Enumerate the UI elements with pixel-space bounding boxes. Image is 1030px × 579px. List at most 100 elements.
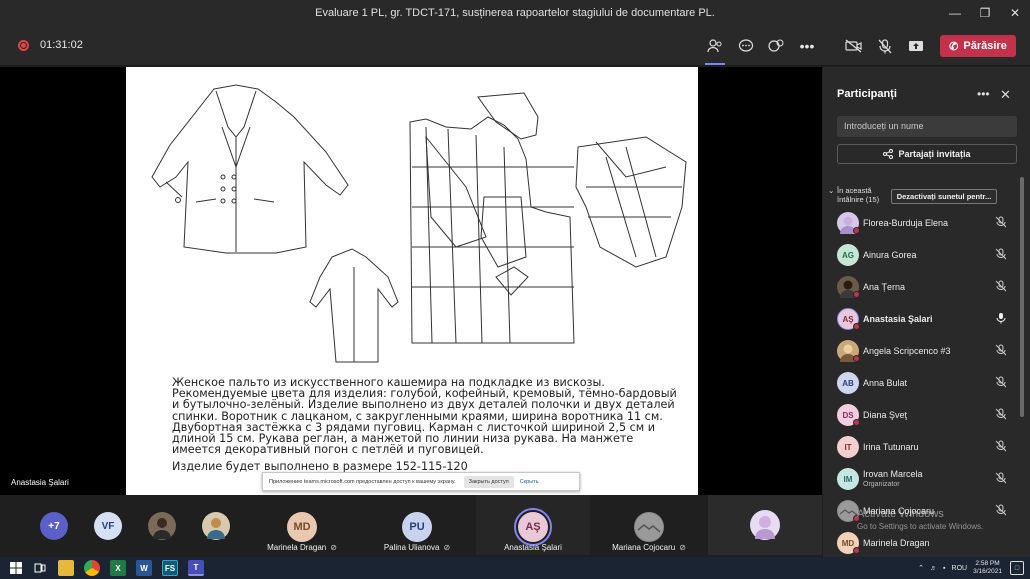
participant-row[interactable]: MD Marinela Dragan [823, 527, 1023, 559]
participant-row[interactable]: AG Ainura Gorea [823, 239, 1023, 271]
more-icon: ••• [799, 38, 815, 54]
participant-row[interactable]: Florea-Burduja Elena [823, 207, 1023, 239]
avatar [634, 512, 664, 542]
slide-size-line: Изделие будет выполнено в размере 152-11… [172, 460, 468, 474]
participants-toggle-button[interactable] [703, 34, 727, 65]
hide-notification-link[interactable]: Скрыть [520, 479, 539, 485]
window-title: Evaluare 1 PL, gr. TDCT-171, susținerea … [315, 7, 715, 19]
participant-tile-active-speaker[interactable]: AŞ Anastasia Şalari [476, 495, 590, 555]
participant-name: Anna Bulat [863, 378, 908, 388]
chevron-down-icon: ⌄ [828, 186, 835, 195]
leave-button[interactable]: ✆ Părăsire [940, 35, 1016, 57]
participant-name: Anastasia Şalari [863, 314, 933, 324]
participant-row[interactable]: Angela Scripcenco #3 [823, 335, 1023, 367]
mic-off-icon [995, 248, 1007, 260]
avatar[interactable] [202, 512, 230, 540]
slide-description: Женское пальто из искусственного кашемир… [172, 377, 682, 479]
status-dot-icon [853, 227, 860, 234]
watermark-subtitle: Go to Settings to activate Windows. [857, 522, 984, 531]
fs-app-icon[interactable]: FS [162, 560, 178, 576]
network-icon[interactable]: ▪ [943, 565, 945, 572]
participant-row[interactable]: Ana Țerna [823, 271, 1023, 303]
participant-search-input[interactable]: Introduceți un nume [837, 116, 1017, 137]
call-timer: 01:31:02 [40, 39, 83, 51]
chrome-icon[interactable] [84, 560, 100, 576]
avatar: AG [837, 244, 859, 266]
participant-roster-strip: +7 VF MD Marinela Dragan ⊘ PU Palina Ulia… [0, 495, 822, 555]
participant-row[interactable]: IM Irovan Marcela Organizator [823, 463, 1023, 495]
shared-content-stage: Женское пальто из искусственного кашемир… [0, 67, 822, 495]
invite-label: Partajați invitația [898, 149, 971, 159]
mic-off-icon [995, 408, 1007, 420]
participant-name: Irovan Marcela [863, 469, 923, 479]
share-invite-button[interactable]: Partajați invitația [837, 144, 1017, 164]
word-icon[interactable]: W [136, 560, 152, 576]
microphone-button[interactable] [873, 34, 897, 58]
avatar[interactable] [148, 512, 176, 540]
language-indicator[interactable]: ROU [952, 565, 968, 572]
teams-icon[interactable]: T [188, 560, 204, 576]
person-photo-icon [153, 518, 171, 539]
panel-scrollbar[interactable] [1020, 177, 1024, 417]
file-explorer-icon[interactable] [58, 560, 74, 576]
windows-start-icon[interactable] [8, 560, 24, 576]
status-dot-icon [853, 291, 860, 298]
mic-off-icon [995, 344, 1007, 356]
participant-tile[interactable]: Mariana Cojocaru ⊘ [592, 495, 706, 555]
participant-name: Marinela Dragan [863, 538, 930, 548]
share-message: Приложению teams.microsoft.com предостав… [269, 478, 456, 485]
mic-off-icon [995, 376, 1007, 388]
participant-row[interactable]: AŞ Anastasia Şalari [823, 303, 1023, 335]
tile-name: Mariana Cojocaru [612, 543, 676, 552]
slide-paragraph: Женское пальто из искусственного кашемир… [172, 376, 677, 457]
participant-name: Florea-Burduja Elena [863, 218, 949, 228]
avatar: IT [837, 436, 859, 458]
participant-tile[interactable]: MD Marinela Dragan ⊘ [246, 495, 358, 555]
close-icon[interactable]: ✕ [1000, 87, 1011, 103]
task-view-icon[interactable] [32, 560, 48, 576]
participant-tile[interactable]: PU Palina Ulianova ⊘ [360, 495, 474, 555]
share-icon [883, 149, 894, 159]
minimize-icon[interactable]: — [940, 0, 970, 26]
stop-sharing-button[interactable]: Закрыть доступ [463, 475, 514, 488]
volume-icon[interactable]: ♬ [930, 565, 937, 572]
speaking-ring: AŞ [514, 508, 552, 546]
participant-row[interactable]: IT Irina Tutunaru [823, 431, 1023, 463]
more-options-icon[interactable]: ••• [977, 87, 990, 101]
person-photo-icon [635, 513, 663, 541]
overflow-count-badge[interactable]: +7 [40, 512, 68, 540]
clock-time: 2:58 PM [975, 560, 1000, 567]
chevron-up-icon[interactable]: ⌃ [918, 564, 924, 572]
avatar: AŞ [518, 512, 548, 542]
avatar [750, 510, 780, 540]
reactions-icon [768, 39, 784, 52]
avatar[interactable]: VF [94, 512, 122, 540]
window-controls: — ❐ ✕ [940, 0, 1030, 26]
restore-icon[interactable]: ❐ [970, 0, 1000, 26]
status-dot-icon [853, 323, 860, 330]
status-dot-icon [853, 355, 860, 362]
chat-icon [738, 39, 754, 52]
share-screen-button[interactable] [904, 34, 928, 58]
participant-role: Organizator [863, 481, 900, 488]
mute-all-button[interactable]: Dezactivați sunetul pentr... [891, 189, 997, 204]
clock[interactable]: 2:58 PM 3/16/2021 [973, 560, 1002, 576]
mic-on-icon [996, 313, 1006, 324]
participant-row[interactable]: AB Anna Bulat [823, 367, 1023, 399]
chat-button[interactable] [734, 34, 758, 58]
screen-share-notification: Приложению teams.microsoft.com предостав… [262, 472, 580, 491]
mic-off-icon [878, 38, 892, 53]
camera-button[interactable] [842, 34, 866, 58]
more-actions-button[interactable]: ••• [795, 34, 819, 58]
excel-icon[interactable]: X [110, 560, 126, 576]
system-tray: ⌃ ♬ ▪ ROU 2:58 PM 3/16/2021 [918, 557, 1002, 579]
leave-label: Părăsire [963, 40, 1007, 52]
section-header[interactable]: ⌄ În această întâlnire (15) [828, 186, 888, 204]
participant-tile[interactable] [708, 495, 822, 555]
participant-row[interactable]: DS Diana Şveţ [823, 399, 1023, 431]
activation-watermark: Activate Windows Go to Settings to activ… [857, 508, 983, 531]
notification-center-icon[interactable]: □ [1010, 561, 1024, 575]
close-window-icon[interactable]: ✕ [1000, 0, 1030, 26]
reactions-button[interactable] [764, 34, 788, 58]
avatar: MD [287, 512, 317, 542]
